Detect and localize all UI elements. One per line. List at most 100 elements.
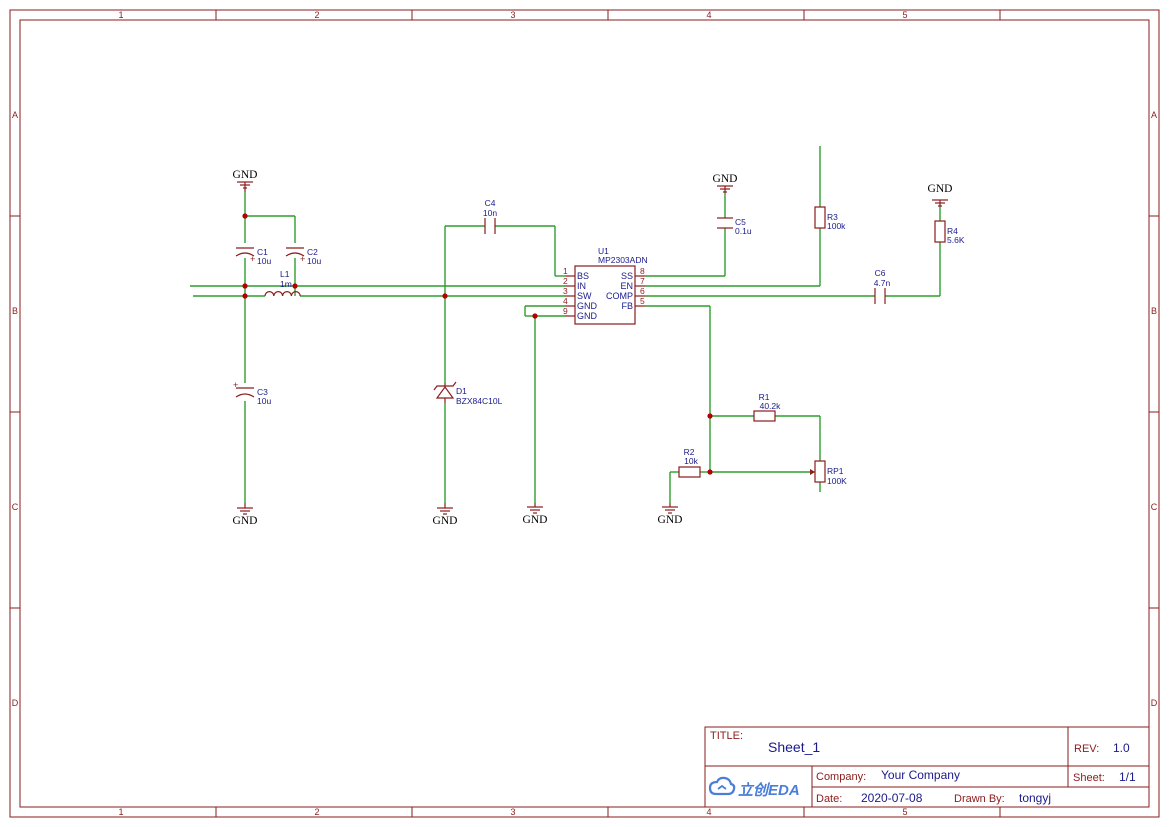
potentiometer-rp1[interactable]: RP1 100K (810, 460, 847, 486)
r2-value: 10k (684, 456, 698, 466)
sheet-value: 1/1 (1119, 770, 1136, 784)
u1-pin-num: 7 (640, 276, 645, 286)
c1-value: 10u (257, 256, 271, 266)
r4-value: 5.6K (947, 235, 965, 245)
gnd-label: GND (233, 169, 258, 181)
u1-pin-num: 4 (563, 296, 568, 306)
c6-value: 4.7n (874, 278, 891, 288)
row-label-left: D (12, 698, 19, 708)
col-label-top: 5 (902, 10, 907, 20)
col-label-top: 1 (118, 10, 123, 20)
capacitor-c4[interactable]: C4 10n (483, 198, 497, 234)
title-block: TITLE: Sheet_1 REV: 1.0 Company: Your Co… (704, 726, 1150, 808)
gnd-symbol: GND (233, 169, 258, 192)
lceda-logo: 立创 EDA (708, 776, 800, 799)
col-label-top: 2 (314, 10, 319, 20)
gnd-symbol: GND (523, 503, 548, 526)
r1-value: 40.2k (760, 401, 782, 411)
gnd-label: GND (658, 514, 683, 526)
zener-diode-d1[interactable]: D1 BZX84C10L (433, 381, 503, 406)
u1-pin-name: BS (577, 271, 589, 281)
sheet-label: Sheet: (1073, 772, 1105, 784)
row-label-right: D (1151, 698, 1158, 708)
company-label: Company: (816, 771, 866, 783)
junction-dot (442, 293, 448, 299)
row-label-right: A (1151, 110, 1157, 120)
resistor-r2[interactable]: R2 10k (678, 447, 701, 478)
capacitor-c6[interactable]: C6 4.7n (874, 268, 891, 304)
d1-value: BZX84C10L (456, 396, 503, 406)
gnd-symbol: GND (658, 503, 683, 526)
gnd-label: GND (928, 183, 953, 195)
u1-pin-name: IN (577, 281, 586, 291)
u1-pin-name: GND (577, 301, 598, 311)
c4-value: 10n (483, 208, 497, 218)
row-label-left: C (12, 502, 19, 512)
drawn-by-label: Drawn By: (954, 793, 1005, 805)
wires (190, 146, 941, 503)
junction-dot (707, 413, 713, 419)
junction-dot (242, 213, 248, 219)
gnd-label: GND (233, 515, 258, 527)
gnd-label: GND (433, 515, 458, 527)
row-label-left: A (12, 110, 18, 120)
l1-value: 1m (280, 279, 292, 289)
u1-pin-name: FB (621, 301, 633, 311)
gnd-symbol: GND (233, 503, 258, 527)
u1-pin-num: 6 (640, 286, 645, 296)
gnd-label: GND (523, 514, 548, 526)
junction-dot (292, 283, 298, 289)
col-label-top: 4 (706, 10, 711, 20)
logo-text-cn: 立创 (738, 781, 771, 799)
col-label-bottom: 3 (510, 807, 515, 817)
col-label-bottom: 1 (118, 807, 123, 817)
sheet-frame: 1 2 3 4 5 1 2 3 4 5 A B C D A B C D (9, 9, 1160, 818)
junction-dot (707, 469, 713, 475)
u1-pin-num: 3 (563, 286, 568, 296)
title-label: TITLE: (710, 730, 743, 742)
col-label-bottom: 4 (706, 807, 711, 817)
d1-ref: D1 (456, 386, 467, 396)
capacitor-c2[interactable]: + C2 10u (285, 247, 321, 266)
u1-pin-num: 9 (563, 306, 568, 316)
junction-dot (242, 293, 248, 299)
u1-pin-name: COMP (606, 291, 633, 301)
u1-pin-num: 5 (640, 296, 645, 306)
u1-pin-num: 1 (563, 266, 568, 276)
c2-value: 10u (307, 256, 321, 266)
capacitor-c5[interactable]: C5 0.1u (717, 217, 752, 236)
row-label-right: C (1151, 502, 1158, 512)
col-label-bottom: 2 (314, 807, 319, 817)
resistor-r4[interactable]: R4 5.6K (934, 220, 965, 245)
resistor-r3[interactable]: R3 100k (814, 206, 846, 231)
c4-ref: C4 (485, 198, 496, 208)
gnd-symbol: GND (928, 183, 953, 207)
ic-u1[interactable]: U1 MP2303ADN 1 BS 2 IN 3 SW 4 GND 9 GND … (563, 246, 648, 325)
capacitor-c1[interactable]: + C1 10u (235, 247, 271, 266)
junction-dot (242, 283, 248, 289)
c3-value: 10u (257, 396, 271, 406)
svg-text:+: + (250, 254, 255, 264)
rp1-ref: RP1 (827, 466, 844, 476)
r3-value: 100k (827, 221, 846, 231)
c5-value: 0.1u (735, 226, 752, 236)
company-value: Your Company (881, 768, 960, 782)
gnd-symbol: GND (433, 503, 458, 527)
schematic-sheet: 1 2 3 4 5 1 2 3 4 5 A B C D A B C D GND … (9, 9, 1160, 818)
rev-value: 1.0 (1113, 741, 1130, 755)
junction-dot (532, 313, 538, 319)
gnd-symbol: GND (713, 173, 737, 193)
svg-text:+: + (300, 254, 305, 264)
u1-pin-num: 8 (640, 266, 645, 276)
title-value: Sheet_1 (768, 739, 820, 755)
l1-ref: L1 (280, 269, 290, 279)
capacitor-c3[interactable]: + C3 10u (233, 380, 271, 406)
u1-value: MP2303ADN (598, 255, 648, 265)
rp1-value: 100K (827, 476, 847, 486)
c6-ref: C6 (875, 268, 886, 278)
logo-text-en: EDA (768, 782, 800, 799)
date-label: Date: (816, 793, 842, 805)
u1-pin-num: 2 (563, 276, 568, 286)
u1-pin-name: GND (577, 311, 598, 321)
row-label-left: B (12, 306, 18, 316)
